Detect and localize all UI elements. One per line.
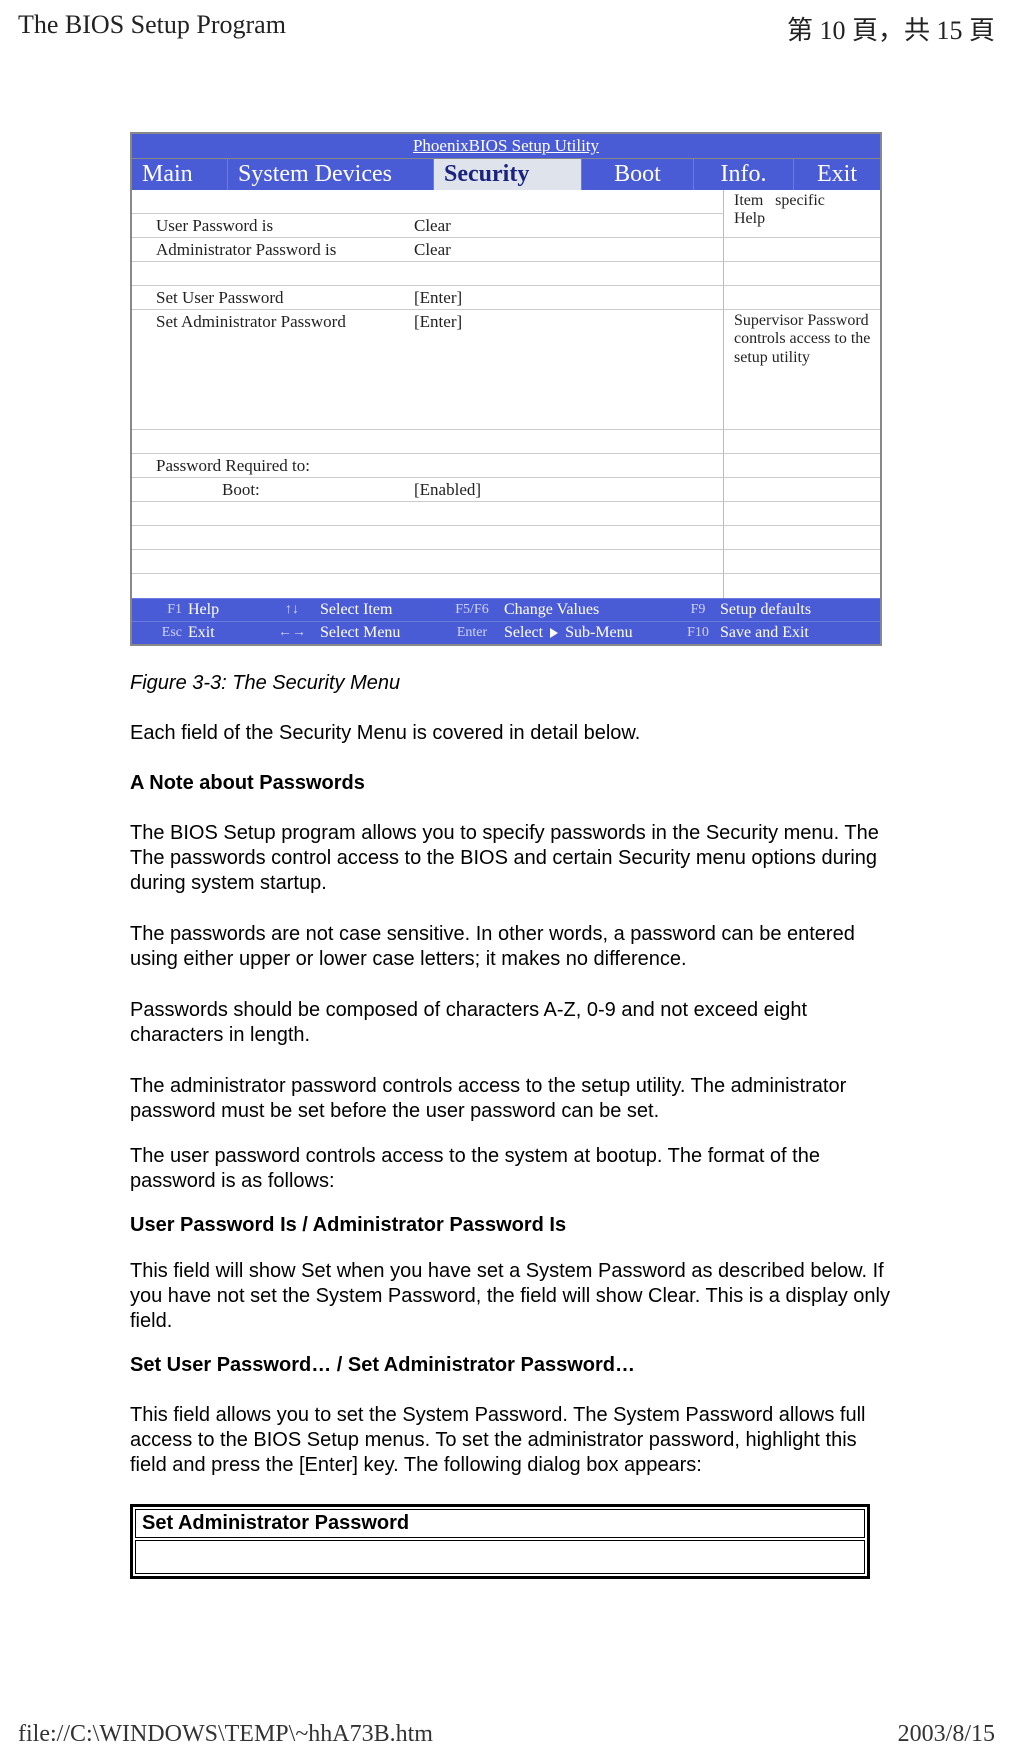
tab-security[interactable]: Security: [434, 159, 582, 190]
help-cell: [724, 430, 880, 454]
label-admin-password-is: Administrator Password is: [132, 240, 410, 260]
tab-system-devices[interactable]: System Devices: [228, 159, 434, 190]
paragraph-passwords-2: The passwords are not case sensitive. In…: [130, 922, 890, 972]
arrows-leftright-icon: ←→: [264, 625, 320, 641]
row-user-password-is: User Password is Clear: [132, 214, 723, 238]
help-cell: [724, 454, 880, 478]
key-f5f6: F5/F6: [440, 602, 504, 618]
label-password-required: Password Required to:: [132, 456, 410, 476]
key-f1: F1: [132, 602, 188, 618]
help-cell: [724, 478, 880, 502]
tab-info[interactable]: Info.: [694, 159, 794, 190]
help-cell: [724, 550, 880, 574]
help-cell: [724, 526, 880, 550]
paragraph-passwords-4: The administrator password controls acce…: [130, 1074, 890, 1124]
footer-path: file://C:\WINDOWS\TEMP\~hhA73B.htm: [18, 1721, 433, 1748]
table-row: [132, 550, 723, 574]
help-cell: [724, 574, 880, 598]
header-title: The BIOS Setup Program: [18, 10, 286, 47]
arrows-updown-icon: ↑↓: [264, 602, 320, 618]
bios-settings-pane: User Password is Clear Administrator Pas…: [132, 190, 724, 598]
action-exit: Exit: [188, 624, 264, 642]
help-cell: [724, 238, 880, 262]
tab-main[interactable]: Main: [132, 159, 228, 190]
tab-exit[interactable]: Exit: [794, 159, 880, 190]
action-select-menu: Select Menu: [320, 624, 440, 642]
table-row: [132, 430, 723, 454]
table-row: [132, 502, 723, 526]
value-boot: [Enabled]: [410, 480, 723, 500]
table-row: [132, 190, 723, 214]
label-boot: Boot:: [132, 480, 410, 500]
page-indicator: 第 10 頁，共 15 頁: [787, 10, 995, 47]
action-select-submenu: Select Sub-Menu: [504, 624, 676, 642]
figure-caption: Figure 3-3: The Security Menu: [130, 672, 890, 695]
help-header: Item Help specific: [724, 190, 880, 238]
row-admin-password-is: Administrator Password is Clear: [132, 238, 723, 262]
page-header: The BIOS Setup Program 第 10 頁，共 15 頁: [0, 0, 1013, 47]
dialog-body: [135, 1540, 865, 1574]
action-setup-defaults: Setup defaults: [720, 601, 880, 619]
footer-row-1: F1 Help ↑↓ Select Item F5/F6 Change Valu…: [132, 598, 880, 621]
tab-boot[interactable]: Boot: [582, 159, 694, 190]
label-user-password-is: User Password is: [132, 216, 410, 236]
page-footer: file://C:\WINDOWS\TEMP\~hhA73B.htm 2003/…: [0, 1721, 1013, 1748]
bios-footer: F1 Help ↑↓ Select Item F5/F6 Change Valu…: [132, 598, 880, 644]
table-row: [132, 526, 723, 550]
paragraph-passwords-3: Passwords should be composed of characte…: [130, 998, 890, 1048]
intro-paragraph: Each field of the Security Menu is cover…: [130, 721, 890, 746]
key-esc: Esc: [132, 625, 188, 641]
help-header-help: Help: [734, 210, 765, 228]
bios-figure: PhoenixBIOS Setup Utility Main System De…: [130, 132, 882, 646]
action-help: Help: [188, 601, 264, 619]
key-f10: F10: [676, 625, 720, 641]
row-boot[interactable]: Boot: [Enabled]: [132, 478, 723, 502]
row-password-required: Password Required to:: [132, 454, 723, 478]
dialog-set-admin-password: Set Administrator Password: [130, 1504, 870, 1579]
value-user-password-is: Clear: [410, 216, 723, 236]
paragraph-set-password: This field allows you to set the System …: [130, 1403, 890, 1478]
action-save-exit: Save and Exit: [720, 624, 880, 642]
label-set-user-password: Set User Password: [132, 288, 410, 308]
label-set-admin-password: Set Administrator Password: [132, 312, 410, 332]
help-header-specific: specific: [775, 192, 825, 210]
paragraph-passwords-1: The BIOS Setup program allows you to spe…: [130, 821, 890, 896]
paragraph-password-is: This field will show Set when you have s…: [130, 1259, 890, 1334]
key-enter: Enter: [440, 625, 504, 641]
page-content: PhoenixBIOS Setup Utility Main System De…: [130, 132, 890, 1579]
help-header-item: Item: [734, 192, 765, 210]
triangle-right-icon: [550, 628, 558, 638]
dialog-title: Set Administrator Password: [135, 1509, 865, 1538]
bios-body: User Password is Clear Administrator Pas…: [132, 190, 880, 598]
row-set-admin-password[interactable]: Set Administrator Password [Enter]: [132, 310, 723, 430]
bios-menubar: Main System Devices Security Boot Info. …: [132, 159, 880, 190]
footer-date: 2003/8/15: [898, 1721, 995, 1748]
table-row: [132, 262, 723, 286]
key-f9: F9: [676, 602, 720, 618]
action-select-item: Select Item: [320, 601, 440, 619]
action-change-values: Change Values: [504, 601, 676, 619]
heading-password-is: User Password Is / Administrator Passwor…: [130, 1214, 890, 1237]
footer-row-2: Esc Exit ←→ Select Menu Enter Select Sub…: [132, 621, 880, 644]
help-text-supervisor: Supervisor Password controls access to t…: [724, 310, 880, 430]
heading-note-passwords: A Note about Passwords: [130, 772, 890, 795]
row-set-user-password[interactable]: Set User Password [Enter]: [132, 286, 723, 310]
paragraph-passwords-5: The user password controls access to the…: [130, 1144, 890, 1194]
value-admin-password-is: Clear: [410, 240, 723, 260]
value-set-user-password: [Enter]: [410, 288, 723, 308]
help-cell: [724, 502, 880, 526]
value-set-admin-password: [Enter]: [410, 312, 723, 332]
help-cell: [724, 262, 880, 286]
heading-set-password: Set User Password… / Set Administrator P…: [130, 1354, 890, 1377]
bios-title: PhoenixBIOS Setup Utility: [132, 134, 880, 159]
bios-help-pane: Item Help specific Supervisor Password c…: [724, 190, 880, 598]
help-cell: [724, 286, 880, 310]
table-row: [132, 574, 723, 598]
